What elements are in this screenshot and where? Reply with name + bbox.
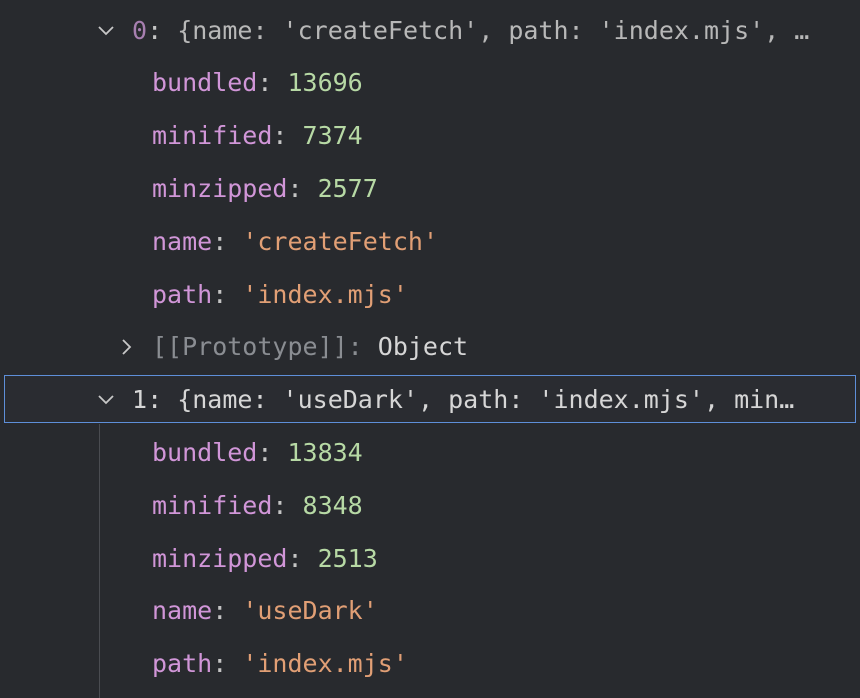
property-key: path [152, 649, 213, 678]
property-row-name[interactable]: name: 'useDark' [0, 584, 860, 637]
property-row-bundled[interactable]: bundled: 13696 [0, 56, 860, 109]
prototype-key: [[Prototype]] [152, 332, 348, 361]
property-row-minified[interactable]: minified: 7374 [0, 109, 860, 162]
property-key: minified [152, 491, 273, 520]
property-key: minzipped [152, 544, 288, 573]
property-value: 'index.mjs' [242, 649, 408, 678]
chevron-down-icon[interactable] [92, 4, 120, 57]
property-key: name [152, 596, 213, 625]
property-value: 'useDark' [242, 596, 378, 625]
property-row-minzipped[interactable]: minzipped: 2513 [0, 532, 860, 585]
prototype-value: Object [377, 332, 469, 361]
property-key: name [152, 227, 213, 256]
tree-entry-0[interactable]: 0: {name: 'createFetch', path: 'index.mj… [0, 4, 860, 57]
property-row-minified[interactable]: minified: 8348 [0, 479, 860, 532]
property-row-name[interactable]: name: 'createFetch' [0, 215, 860, 268]
property-value: 13834 [287, 438, 363, 467]
property-value: 'index.mjs' [242, 280, 408, 309]
property-key: path [152, 280, 213, 309]
property-row-bundled[interactable]: bundled: 13834 [0, 426, 860, 479]
entry-colon: : [147, 385, 163, 414]
entry-index: 1 [132, 385, 148, 414]
entry-preview: {name: 'createFetch', path: 'index.mjs',… [177, 16, 810, 45]
chevron-right-icon[interactable] [113, 320, 141, 373]
property-value: 13696 [287, 68, 363, 97]
property-row-path[interactable]: path: 'index.mjs' [0, 637, 860, 690]
property-value: 8348 [302, 491, 363, 520]
entry-preview: {name: 'useDark', path: 'index.mjs', min… [177, 385, 795, 414]
entry-colon: : [147, 16, 163, 45]
property-value: 7374 [302, 121, 363, 150]
prototype-row[interactable]: [[Prototype]]: Object [0, 320, 860, 373]
property-key: bundled [152, 438, 258, 467]
property-key: minified [152, 121, 273, 150]
property-row-path[interactable]: path: 'index.mjs' [0, 268, 860, 321]
property-key: minzipped [152, 174, 288, 203]
property-value: 2513 [317, 544, 378, 573]
tree-entry-1[interactable]: 1: {name: 'useDark', path: 'index.mjs', … [0, 373, 860, 426]
entry-index: 0 [132, 16, 148, 45]
property-value: 2577 [317, 174, 378, 203]
chevron-down-icon[interactable] [92, 373, 120, 426]
property-key: bundled [152, 68, 258, 97]
property-row-minzipped[interactable]: minzipped: 2577 [0, 162, 860, 215]
property-value: 'createFetch' [242, 227, 438, 256]
